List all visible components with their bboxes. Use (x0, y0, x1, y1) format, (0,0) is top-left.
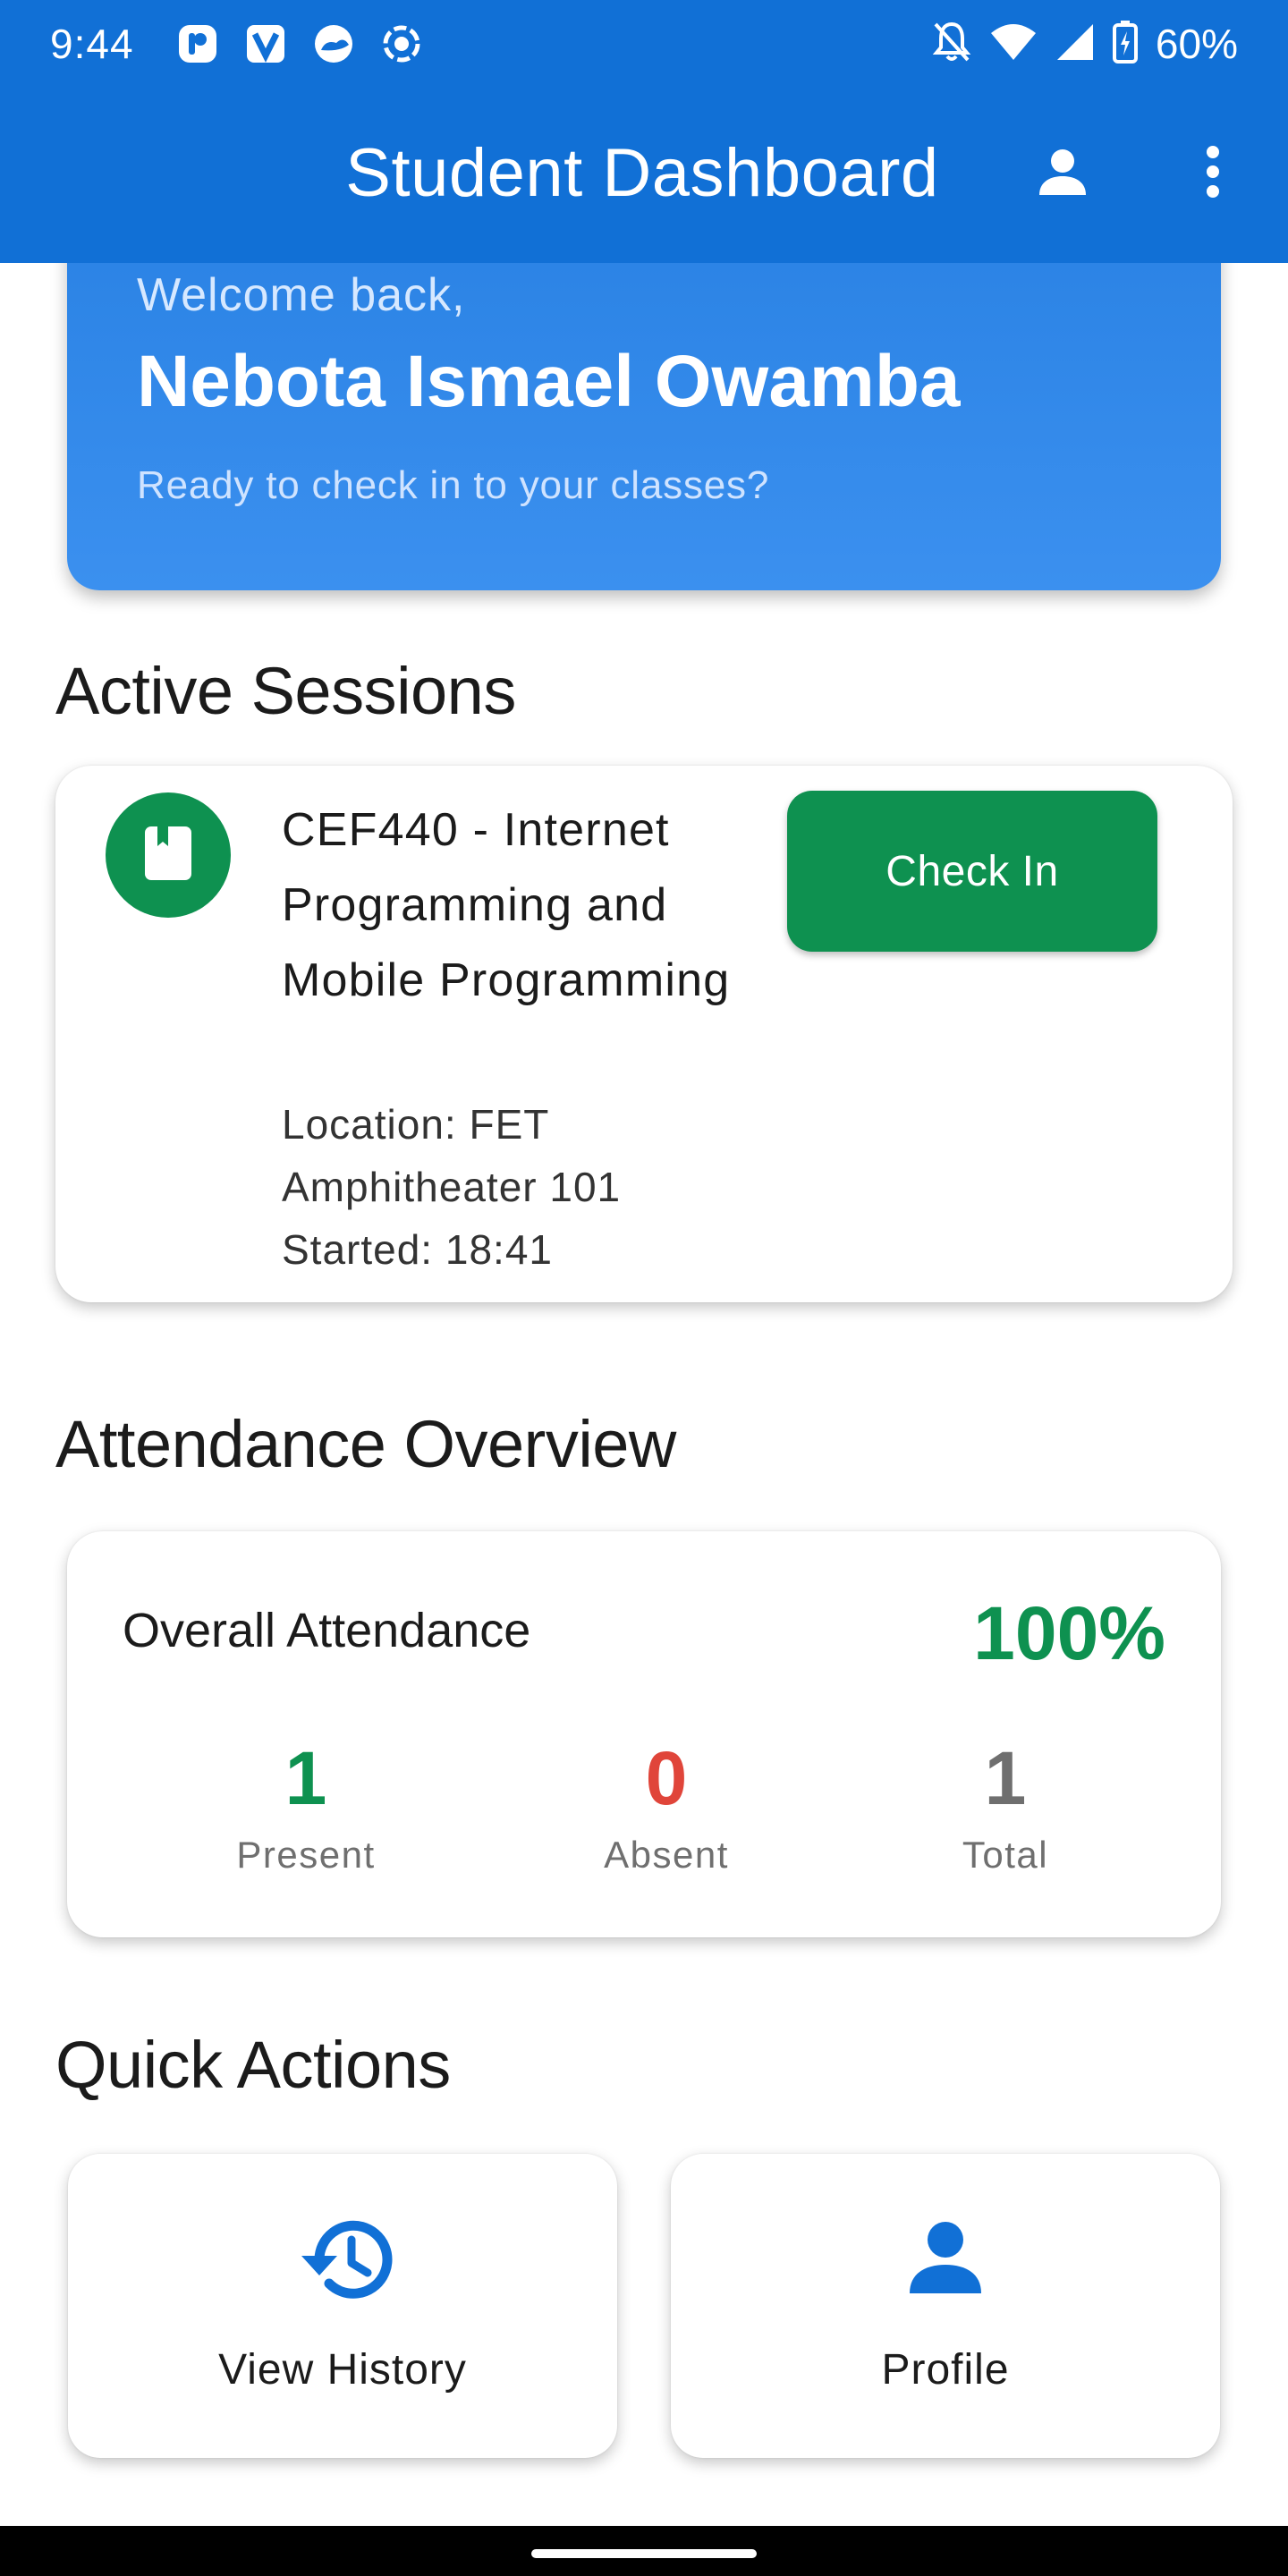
v-app-icon (243, 21, 288, 66)
more-vert-icon (1204, 143, 1222, 205)
person-icon (902, 2215, 988, 2305)
more-options-button[interactable] (1168, 129, 1258, 218)
page-title-text: Student Dashboard (345, 135, 939, 211)
system-icons: 60% (932, 20, 1238, 68)
app-bar: Student Dashboard (0, 89, 1288, 263)
session-start-time: Started: 18:41 (282, 1226, 553, 1273)
stat-absent: 0 Absent (532, 1735, 801, 1877)
action-icon-wrap (68, 2215, 617, 2309)
cloud-app-icon (311, 21, 356, 66)
bell-off-icon (932, 21, 971, 68)
overall-attendance-percent: 100% (973, 1591, 1165, 1675)
wifi-icon (989, 22, 1038, 66)
welcome-subtitle: Ready to check in to your classes? (137, 463, 770, 507)
absent-count: 0 (645, 1736, 688, 1820)
total-label: Total (962, 1834, 1049, 1876)
home-gesture-handle[interactable] (531, 2549, 757, 2558)
person-icon (1034, 143, 1091, 205)
present-count: 1 (284, 1736, 327, 1820)
profile-action-button[interactable]: Profile (671, 2154, 1220, 2458)
present-label: Present (236, 1834, 376, 1876)
notification-icons (175, 21, 424, 66)
stat-total: 1 Total (871, 1735, 1140, 1877)
check-in-button[interactable]: Check In (787, 791, 1157, 952)
attendance-card: Overall Attendance 100% 1 Present 0 Abse… (67, 1531, 1221, 1937)
book-icon (143, 825, 193, 886)
quick-actions-heading: Quick Actions (55, 2028, 451, 2102)
session-location: Location: FET Amphitheater 101 (282, 1101, 622, 1210)
view-history-label: View History (218, 2346, 467, 2394)
active-sessions-heading: Active Sessions (55, 654, 516, 728)
status-bar: 9:44 60% (0, 0, 1288, 89)
overall-attendance-label: Overall Attendance (123, 1604, 531, 1657)
battery-percentage: 60% (1155, 21, 1238, 67)
record-icon (379, 21, 424, 66)
session-card: CEF440 - Internet Programming and Mobile… (55, 766, 1233, 1302)
history-icon (292, 2215, 393, 2309)
navigation-bar (0, 2526, 1288, 2576)
attendance-overview-heading: Attendance Overview (55, 1407, 676, 1481)
session-icon-circle (106, 792, 231, 918)
action-icon-wrap (671, 2215, 1220, 2305)
profile-label: Profile (881, 2346, 1010, 2394)
view-history-button[interactable]: View History (68, 2154, 617, 2458)
status-time: 9:44 (50, 21, 134, 67)
total-count: 1 (984, 1736, 1027, 1820)
stat-present: 1 Present (172, 1735, 440, 1877)
session-course-title: CEF440 - Internet Programming and Mobile… (282, 804, 731, 1006)
welcome-card: Welcome back, Nebota Ismael Owamba Ready… (67, 215, 1221, 590)
profile-button[interactable] (1018, 129, 1107, 218)
welcome-greeting: Welcome back, (137, 269, 466, 321)
p-app-icon (175, 21, 220, 66)
signal-icon (1055, 22, 1095, 66)
student-name: Nebota Ismael Owamba (137, 341, 961, 422)
absent-label: Absent (604, 1834, 729, 1876)
battery-charging-icon (1112, 20, 1138, 68)
